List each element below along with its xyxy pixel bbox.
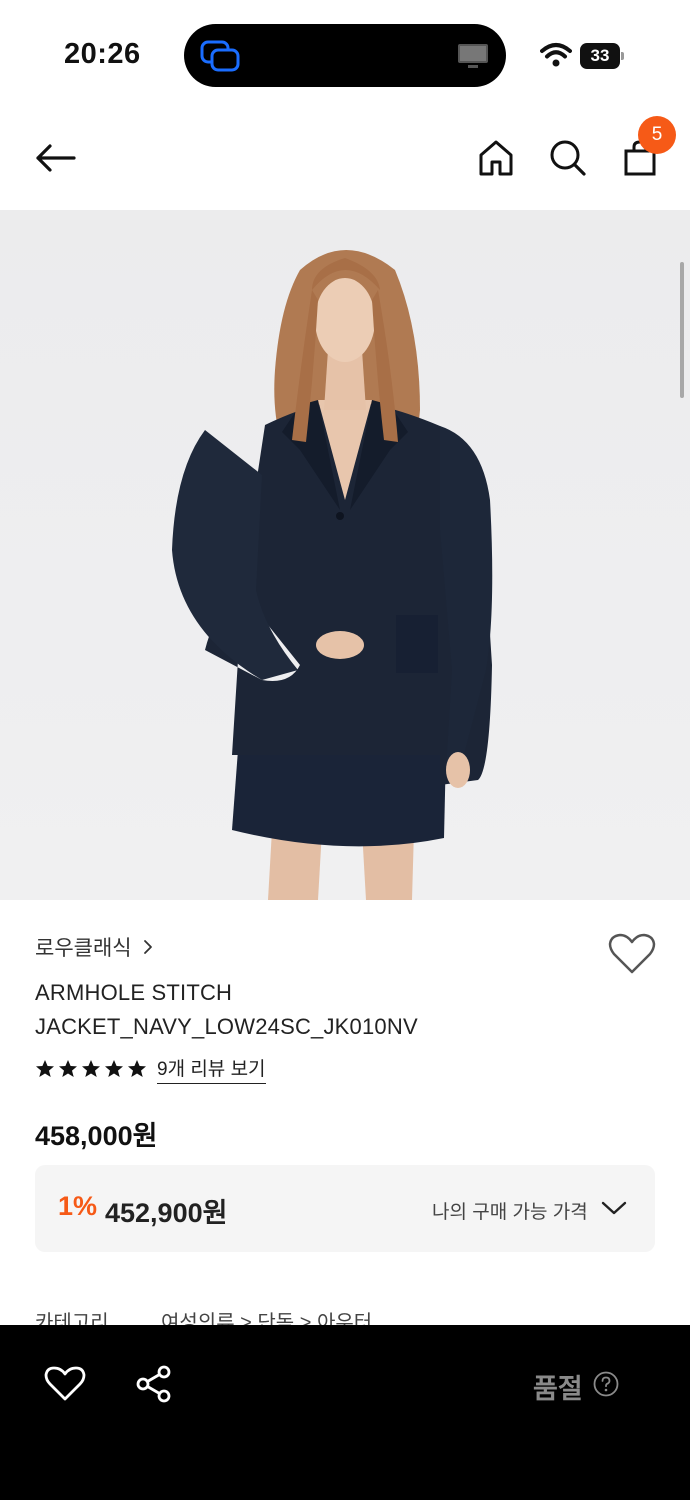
help-icon[interactable] bbox=[593, 1371, 619, 1397]
home-button[interactable] bbox=[474, 134, 518, 182]
my-price-label: 나의 구매 가능 가격 bbox=[432, 1202, 588, 1223]
screen-mirror-icon bbox=[458, 44, 488, 68]
back-button[interactable] bbox=[30, 136, 80, 180]
review-row: 9개 리뷰 보기 bbox=[35, 1054, 266, 1084]
product-image[interactable] bbox=[0, 210, 690, 900]
my-price-box[interactable]: 1% 452,900원 나의 구매 가능 가격 bbox=[35, 1165, 655, 1252]
product-title-line-2: JACKET_NAVY_LOW24SC_JK010NV bbox=[35, 1014, 418, 1039]
discount-rate: 1% bbox=[58, 1191, 98, 1221]
cart-count-badge: 5 bbox=[638, 116, 676, 154]
status-time: 20:26 bbox=[64, 38, 141, 70]
battery-cap bbox=[621, 52, 624, 60]
scroll-indicator bbox=[680, 262, 684, 398]
home-icon bbox=[479, 140, 513, 176]
search-icon bbox=[550, 140, 586, 176]
brand-name: 로우클래식 bbox=[35, 937, 132, 960]
star-icon bbox=[105, 1060, 123, 1077]
rating-stars bbox=[35, 1059, 147, 1079]
battery-level: 33 bbox=[580, 43, 620, 69]
brand-link[interactable]: 로우클래식 bbox=[35, 932, 154, 962]
arrow-left-icon bbox=[36, 144, 76, 172]
chevron-down-icon bbox=[601, 1201, 627, 1215]
app-overlay-icon bbox=[200, 40, 240, 72]
original-price: 458,000원 bbox=[35, 1121, 158, 1151]
star-icon bbox=[36, 1060, 54, 1077]
product-title-line-1: ARMHOLE STITCH bbox=[35, 980, 233, 1005]
top-nav bbox=[0, 110, 690, 210]
star-icon bbox=[82, 1060, 100, 1077]
product-title: ARMHOLE STITCH JACKET_NAVY_LOW24SC_JK010… bbox=[35, 976, 595, 1044]
share-icon[interactable] bbox=[134, 1365, 174, 1403]
heart-icon bbox=[608, 933, 656, 974]
status-bar: 20:26 33 bbox=[0, 0, 690, 110]
review-link[interactable]: 9개 리뷰 보기 bbox=[157, 1054, 266, 1084]
dynamic-island bbox=[184, 24, 506, 87]
chevron-right-icon bbox=[143, 940, 152, 954]
search-button[interactable] bbox=[546, 134, 590, 182]
soldout-status: 품절 bbox=[533, 1374, 583, 1404]
product-photo bbox=[172, 250, 493, 900]
wifi-icon bbox=[540, 43, 572, 67]
star-icon bbox=[128, 1060, 146, 1077]
wishlist-button[interactable] bbox=[608, 932, 656, 976]
heart-icon[interactable] bbox=[44, 1365, 86, 1403]
bottom-action-bar: 품절 bbox=[0, 1325, 690, 1500]
discount-price: 452,900원 bbox=[105, 1198, 228, 1228]
battery-indicator: 33 bbox=[580, 43, 624, 69]
star-icon bbox=[59, 1060, 77, 1077]
